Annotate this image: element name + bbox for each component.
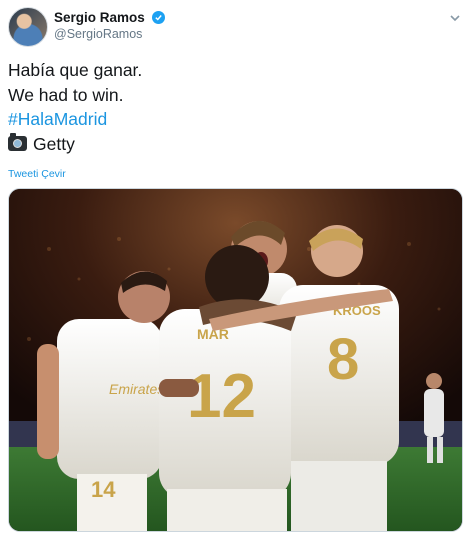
celebration-photo: 14 Emirates KROOS 8 MAR 12 bbox=[9, 189, 462, 531]
display-name-text[interactable]: Sergio Ramos bbox=[54, 10, 145, 25]
credit-text: Getty bbox=[33, 133, 75, 154]
tweet-text: Había que ganar. We had to win. #HalaMad… bbox=[8, 58, 142, 156]
hashtag-link[interactable]: #HalaMadrid bbox=[8, 107, 142, 132]
display-name[interactable]: Sergio Ramos bbox=[54, 9, 165, 26]
jersey-number-8: 8 bbox=[327, 327, 359, 392]
sponsor-text: Emirates bbox=[109, 381, 164, 397]
jersey-number-12: 12 bbox=[187, 362, 256, 431]
tweet-line: Había que ganar. bbox=[8, 60, 143, 80]
tweet-header: Sergio Ramos @SergioRamos bbox=[8, 7, 466, 51]
chevron-down-icon[interactable] bbox=[448, 11, 462, 25]
tweet-line: We had to win. bbox=[8, 84, 124, 105]
camera-icon bbox=[8, 132, 27, 151]
translate-tweet-link[interactable]: Tweeti Çevir bbox=[8, 168, 66, 180]
jersey-number-14: 14 bbox=[91, 477, 116, 502]
tweet-photo[interactable]: 14 Emirates KROOS 8 MAR 12 bbox=[8, 188, 463, 532]
author-handle[interactable]: @SergioRamos bbox=[54, 26, 165, 42]
avatar[interactable] bbox=[8, 7, 48, 47]
author-info[interactable]: Sergio Ramos @SergioRamos bbox=[54, 9, 165, 42]
verified-badge-icon bbox=[151, 11, 165, 24]
photo-credit: Getty bbox=[8, 132, 142, 157]
